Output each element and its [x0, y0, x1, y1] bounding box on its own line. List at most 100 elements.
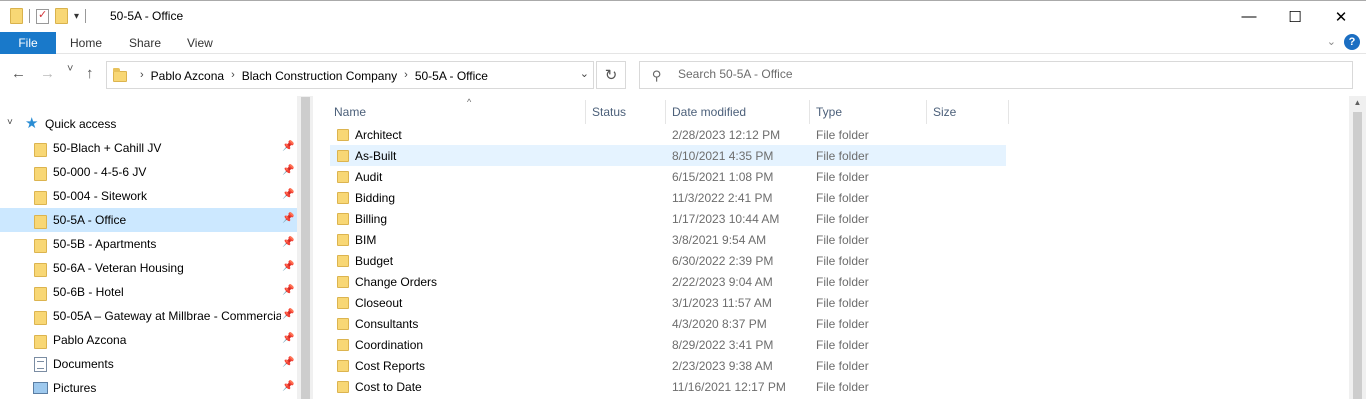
table-row-hovered[interactable]: As-Built 8/10/2021 4:35 PM File folder — [330, 145, 1006, 166]
folder-icon — [337, 171, 349, 183]
breadcrumb-item[interactable]: 50-5A - Office — [415, 69, 488, 83]
ribbon-tabs: File Home Share View ⌄ ? — [0, 32, 1366, 54]
folder-icon — [337, 297, 349, 309]
chevron-down-icon[interactable]: ˅ — [7, 117, 13, 128]
column-header-name[interactable]: Name ^ — [328, 97, 586, 124]
pin-icon: 📌 — [282, 141, 295, 152]
table-row[interactable]: Architect 2/28/2023 12:12 PM File folder — [330, 124, 1006, 145]
sort-ascending-icon: ^ — [467, 97, 472, 107]
sidebar-item-documents[interactable]: Documents 📌 — [0, 352, 297, 376]
chevron-down-icon[interactable]: ⌄ — [580, 67, 589, 80]
quick-access-toolbar: ▾ — [10, 8, 87, 24]
breadcrumb-separator-icon[interactable]: › — [404, 69, 408, 83]
file-name: Audit — [355, 170, 383, 184]
navigation-pane-scrollbar-thumb[interactable] — [301, 97, 310, 399]
column-header-date-modified[interactable]: Date modified — [666, 100, 810, 124]
search-input[interactable] — [678, 67, 1278, 81]
table-row[interactable]: Consultants 4/3/2020 8:37 PM File folder — [330, 313, 1006, 334]
scrollbar-thumb[interactable] — [1353, 112, 1362, 399]
file-type: File folder — [816, 128, 869, 142]
breadcrumb-separator-icon[interactable]: › — [140, 69, 144, 83]
breadcrumb: › Pablo Azcona › Blach Construction Comp… — [133, 69, 488, 83]
properties-icon[interactable] — [36, 8, 49, 24]
sidebar-item[interactable]: 50-6A - Veteran Housing 📌 — [0, 256, 297, 280]
search-icon: ⚲ — [652, 68, 662, 83]
tab-home[interactable]: Home — [70, 36, 102, 50]
sidebar-item-pictures[interactable]: Pictures 📌 — [0, 376, 297, 399]
sidebar-item[interactable]: 50-05A – Gateway at Millbrae - Commercia… — [0, 304, 297, 328]
folder-icon — [34, 239, 47, 253]
file-type: File folder — [816, 275, 869, 289]
column-header-type[interactable]: Type — [810, 100, 927, 124]
star-icon: ★ — [25, 115, 39, 132]
table-row[interactable]: Cost Reports 2/23/2023 9:38 AM File fold… — [330, 355, 1006, 376]
help-icon[interactable]: ? — [1344, 34, 1360, 50]
folder-icon — [34, 191, 47, 205]
date-modified: 3/1/2023 11:57 AM — [672, 296, 772, 310]
table-row[interactable]: Budget 6/30/2022 2:39 PM File folder — [330, 250, 1006, 271]
folder-icon — [34, 335, 47, 349]
refresh-button[interactable]: ↻ — [596, 61, 626, 89]
breadcrumb-separator-icon[interactable]: › — [231, 69, 235, 83]
file-name: Cost to Date — [355, 380, 422, 394]
file-type: File folder — [816, 212, 869, 226]
file-list-scrollbar[interactable]: ▲ — [1349, 96, 1366, 399]
new-folder-icon[interactable] — [55, 8, 68, 24]
forward-button[interactable]: → — [40, 65, 55, 82]
navigation-pane[interactable]: ˅ ★ Quick access 50-Blach + Cahill JV 📌 … — [0, 96, 297, 399]
tab-share[interactable]: Share — [129, 36, 161, 50]
table-row[interactable]: Cost to Date 11/16/2021 12:17 PM File fo… — [330, 376, 1006, 397]
table-row[interactable]: Change Orders 2/22/2023 9:04 AM File fol… — [330, 271, 1006, 292]
minimize-button[interactable]: — — [1226, 1, 1272, 32]
address-toolbar: ← → ˅ ↑ › Pablo Azcona › Blach Construct… — [0, 55, 1366, 95]
date-modified: 8/10/2021 4:35 PM — [672, 149, 774, 163]
sidebar-item[interactable]: 50-6B - Hotel 📌 — [0, 280, 297, 304]
column-header-status[interactable]: Status — [586, 100, 666, 124]
table-row[interactable]: Bidding 11/3/2022 2:41 PM File folder — [330, 187, 1006, 208]
quick-access-node[interactable]: ˅ ★ Quick access — [0, 112, 297, 136]
folder-icon[interactable] — [10, 8, 23, 24]
date-modified: 1/17/2023 10:44 AM — [672, 212, 780, 226]
search-box[interactable]: ⚲ — [639, 61, 1353, 89]
sidebar-item[interactable]: 50-004 - Sitework 📌 — [0, 184, 297, 208]
sidebar-item-label: Pictures — [53, 381, 97, 395]
address-bar[interactable]: › Pablo Azcona › Blach Construction Comp… — [106, 61, 594, 89]
folder-icon — [34, 167, 47, 181]
scroll-up-icon[interactable]: ▲ — [1349, 98, 1366, 110]
table-row[interactable]: Billing 1/17/2023 10:44 AM File folder — [330, 208, 1006, 229]
table-row[interactable]: Coordination 8/29/2022 3:41 PM File fold… — [330, 334, 1006, 355]
folder-icon — [337, 276, 349, 288]
recent-locations-button[interactable]: ˅ — [67, 63, 73, 75]
file-type: File folder — [816, 359, 869, 373]
date-modified: 4/3/2020 8:37 PM — [672, 317, 767, 331]
close-button[interactable]: ✕ — [1318, 1, 1364, 32]
file-list[interactable]: Name ^ Status Date modified Type Size Ar… — [313, 96, 1349, 399]
sidebar-item[interactable]: 50-5B - Apartments 📌 — [0, 232, 297, 256]
documents-icon — [34, 357, 47, 372]
pictures-icon — [33, 382, 48, 394]
sidebar-item-label: Pablo Azcona — [53, 333, 127, 347]
folder-icon — [34, 143, 47, 157]
column-header-size[interactable]: Size — [927, 100, 1009, 124]
chevron-down-icon[interactable]: ⌄ — [1327, 35, 1336, 48]
date-modified: 6/15/2021 1:08 PM — [672, 170, 774, 184]
customize-toolbar-icon[interactable]: ▾ — [74, 11, 79, 22]
sidebar-item[interactable]: 50-Blach + Cahill JV 📌 — [0, 136, 297, 160]
table-row[interactable]: Audit 6/15/2021 1:08 PM File folder — [330, 166, 1006, 187]
column-header-label: Status — [592, 105, 627, 119]
tab-view[interactable]: View — [187, 36, 213, 50]
pin-icon: 📌 — [282, 381, 295, 392]
breadcrumb-item[interactable]: Pablo Azcona — [151, 69, 224, 83]
up-button[interactable]: ↑ — [86, 65, 94, 82]
maximize-button[interactable]: ☐ — [1272, 1, 1318, 32]
file-name: Change Orders — [355, 275, 438, 289]
sidebar-item[interactable]: Pablo Azcona 📌 — [0, 328, 297, 352]
tab-file[interactable]: File — [0, 32, 56, 54]
table-row[interactable]: Closeout 3/1/2023 11:57 AM File folder — [330, 292, 1006, 313]
back-button[interactable]: ← — [11, 65, 26, 82]
sidebar-item[interactable]: 50-000 - 4-5-6 JV 📌 — [0, 160, 297, 184]
quick-access-label: Quick access — [45, 117, 117, 131]
breadcrumb-item[interactable]: Blach Construction Company — [242, 69, 397, 83]
table-row[interactable]: BIM 3/8/2021 9:54 AM File folder — [330, 229, 1006, 250]
sidebar-item-selected[interactable]: 50-5A - Office 📌 — [0, 208, 297, 232]
